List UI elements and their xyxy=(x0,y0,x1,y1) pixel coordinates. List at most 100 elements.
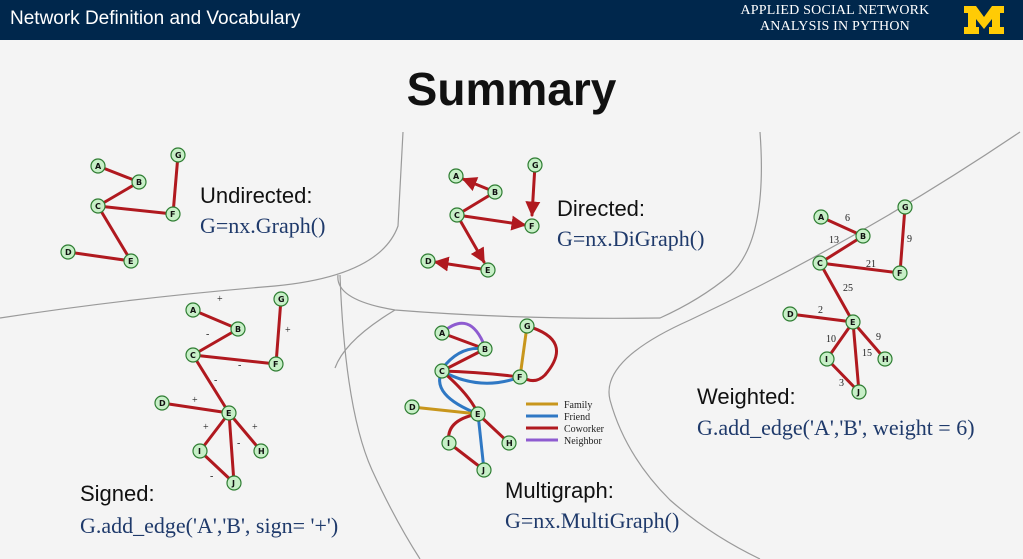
svg-text:E: E xyxy=(850,318,855,327)
node-d: D xyxy=(420,253,436,269)
multigraph-legend: Family Friend Coworker Neighbor xyxy=(526,400,605,447)
edge-b-c xyxy=(191,327,240,357)
node-f: F xyxy=(165,206,181,222)
svg-text:A: A xyxy=(190,306,197,315)
sign-c-f: - xyxy=(238,360,241,371)
svg-text:C: C xyxy=(190,351,196,360)
svg-text:F: F xyxy=(529,222,534,231)
edge-c-f xyxy=(455,213,527,231)
node-i: I xyxy=(192,443,208,459)
svg-text:F: F xyxy=(170,210,175,219)
node-a: A xyxy=(434,325,450,341)
edge-g-f xyxy=(898,205,907,275)
svg-text:E: E xyxy=(485,266,490,275)
legend-label-neighbor: Neighbor xyxy=(564,436,602,447)
node-c: C xyxy=(90,198,106,214)
node-f: F xyxy=(268,356,284,372)
svg-text:C: C xyxy=(95,202,101,211)
weight-e-i: 10 xyxy=(826,334,836,345)
divider-right xyxy=(608,131,1021,559)
multigraph-caption: Multigraph: xyxy=(505,478,614,503)
node-f: F xyxy=(512,369,528,385)
node-b: B xyxy=(131,174,147,190)
node-g: G xyxy=(519,318,535,334)
svg-text:J: J xyxy=(481,466,485,475)
sign-e-i: + xyxy=(203,422,209,433)
svg-text:F: F xyxy=(273,360,278,369)
weight-b-c: 13 xyxy=(829,235,839,246)
node-h: H xyxy=(253,443,269,459)
svg-text:E: E xyxy=(128,257,133,266)
sign-d-e: + xyxy=(192,395,198,406)
svg-text:D: D xyxy=(65,248,72,257)
weight-a-b: 6 xyxy=(845,213,850,224)
legend-label-coworker: Coworker xyxy=(564,424,605,435)
node-a: A xyxy=(90,158,106,174)
multigraph-code: G=nx.MultiGraph() xyxy=(505,508,680,533)
svg-text:G: G xyxy=(175,151,182,160)
node-f: F xyxy=(892,265,908,281)
weight-d-e: 2 xyxy=(818,305,823,316)
node-a: A xyxy=(185,302,201,318)
undirected-code: G=nx.Graph() xyxy=(200,213,326,238)
svg-text:D: D xyxy=(787,310,794,319)
edge-g-f xyxy=(274,297,283,366)
divider-left-lower xyxy=(339,274,421,559)
weight-e-h: 9 xyxy=(876,332,881,343)
node-h: H xyxy=(501,435,517,451)
sign-c-e: - xyxy=(214,375,217,386)
node-g: G xyxy=(897,199,913,215)
svg-text:A: A xyxy=(453,172,460,181)
node-d: D xyxy=(782,306,798,322)
node-b: B xyxy=(855,228,871,244)
svg-text:G: G xyxy=(278,295,285,304)
node-b: B xyxy=(230,321,246,337)
svg-text:J: J xyxy=(856,388,860,397)
directed-caption: Directed: xyxy=(557,196,646,221)
edge-g-f xyxy=(171,153,180,216)
svg-text:H: H xyxy=(258,447,265,456)
legend-label-family: Family xyxy=(564,400,592,411)
node-g: G xyxy=(273,291,289,307)
svg-text:A: A xyxy=(818,213,825,222)
node-c: C xyxy=(434,363,450,379)
node-i: I xyxy=(441,435,457,451)
edge-b-c xyxy=(818,234,865,265)
node-e: E xyxy=(480,262,496,278)
signed-caption: Signed: xyxy=(80,481,155,506)
weighted-caption: Weighted: xyxy=(697,384,796,409)
svg-text:B: B xyxy=(860,232,866,241)
svg-text:D: D xyxy=(409,403,416,412)
svg-text:A: A xyxy=(95,162,102,171)
node-c: C xyxy=(449,207,465,223)
edge-e-d xyxy=(433,256,490,272)
summary-diagram: A B C D E F G A B C D E F G 6 13 21 25 2… xyxy=(0,131,1021,559)
node-j: J xyxy=(226,475,242,491)
legend-label-friend: Friend xyxy=(564,412,590,423)
weight-c-f: 21 xyxy=(866,259,876,270)
node-i: I xyxy=(819,351,835,367)
svg-text:G: G xyxy=(902,203,909,212)
weight-g-f: 9 xyxy=(907,234,912,245)
edge-g-f-family xyxy=(518,325,529,378)
svg-text:B: B xyxy=(235,325,241,334)
node-d: D xyxy=(404,399,420,415)
svg-text:G: G xyxy=(524,322,531,331)
node-d: D xyxy=(60,244,76,260)
signed-graph: + - + - + + + - - - A B C D E F G H I J xyxy=(154,291,291,491)
svg-text:I: I xyxy=(825,355,828,364)
sign-i-j: - xyxy=(210,471,213,482)
svg-text:H: H xyxy=(506,439,513,448)
weighted-graph: 6 13 21 25 2 10 9 15 3 9 A B C D E F G H… xyxy=(782,199,913,400)
svg-text:C: C xyxy=(454,211,460,220)
node-c: C xyxy=(185,347,201,363)
undirected-caption: Undirected: xyxy=(200,183,313,208)
svg-text:H: H xyxy=(882,355,889,364)
edge-c-f xyxy=(191,353,278,366)
edge-c-e xyxy=(96,204,133,263)
node-e: E xyxy=(845,314,861,330)
node-e: E xyxy=(123,253,139,269)
weight-c-e: 25 xyxy=(843,283,853,294)
directed-code: G=nx.DiGraph() xyxy=(557,226,705,251)
svg-text:D: D xyxy=(425,257,432,266)
